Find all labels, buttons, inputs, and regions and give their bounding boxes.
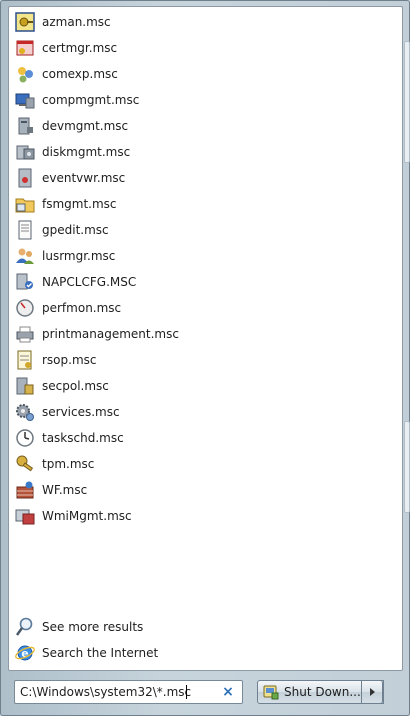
- results-list: azman.msc certmgr.msc comexp.msc compmgm…: [9, 9, 402, 529]
- result-item-compmgmt[interactable]: compmgmt.msc: [9, 87, 402, 113]
- start-menu: azman.msc certmgr.msc comexp.msc compmgm…: [0, 0, 410, 716]
- scrollbar[interactable]: [402, 21, 410, 697]
- scrollbar-thumb-lower[interactable]: [404, 421, 410, 513]
- result-label: gpedit.msc: [42, 223, 109, 237]
- result-label: compmgmt.msc: [42, 93, 140, 107]
- taskschd-icon: [16, 429, 34, 447]
- result-item-certmgr[interactable]: certmgr.msc: [9, 35, 402, 61]
- see-more-results-link[interactable]: See more results: [9, 614, 402, 640]
- result-label: WmiMgmt.msc: [42, 509, 132, 523]
- result-item-rsop[interactable]: rsop.msc: [9, 347, 402, 373]
- result-label: certmgr.msc: [42, 41, 118, 55]
- gpedit-icon: [18, 220, 32, 240]
- comexp-icon: [18, 67, 33, 83]
- search-box[interactable]: ×: [14, 680, 243, 704]
- wf-icon: [16, 481, 34, 499]
- result-item-perfmon[interactable]: perfmon.msc: [9, 295, 402, 321]
- secpol-icon: [16, 377, 34, 395]
- tpm-icon: [16, 455, 34, 472]
- see-more-results-label: See more results: [42, 620, 144, 634]
- result-label: perfmon.msc: [42, 301, 122, 315]
- eventvwr-icon: [18, 168, 32, 188]
- text-caret: [186, 685, 187, 699]
- result-label: diskmgmt.msc: [42, 145, 131, 159]
- result-item-secpol[interactable]: secpol.msc: [9, 373, 402, 399]
- shutdown-icon: [263, 685, 279, 700]
- result-item-gpedit[interactable]: gpedit.msc: [9, 217, 402, 243]
- result-label: devmgmt.msc: [42, 119, 129, 133]
- search-links: See more results e Search the Internet: [9, 614, 402, 666]
- result-item-diskmgmt[interactable]: diskmgmt.msc: [9, 139, 402, 165]
- result-item-taskschd[interactable]: taskschd.msc: [9, 425, 402, 451]
- search-input[interactable]: [17, 683, 220, 701]
- shutdown-label: Shut Down...: [284, 685, 361, 699]
- result-label: lusrmgr.msc: [42, 249, 116, 263]
- search-the-internet-link[interactable]: e Search the Internet: [9, 640, 402, 666]
- result-label: eventvwr.msc: [42, 171, 126, 185]
- magnifier-icon: [15, 617, 33, 636]
- devmgmt-icon: [18, 117, 33, 135]
- result-label: comexp.msc: [42, 67, 118, 81]
- result-label: rsop.msc: [42, 353, 97, 367]
- result-item-wf[interactable]: WF.msc: [9, 477, 402, 503]
- result-label: azman.msc: [42, 15, 111, 29]
- result-item-fsmgmt[interactable]: fsmgmt.msc: [9, 191, 402, 217]
- result-label: secpol.msc: [42, 379, 109, 393]
- search-results-pane: azman.msc certmgr.msc comexp.msc compmgm…: [8, 6, 403, 671]
- certmgr-icon: [16, 40, 34, 56]
- lusrmgr-icon: [16, 248, 34, 264]
- result-item-tpm[interactable]: tpm.msc: [9, 451, 402, 477]
- result-item-printmanagement[interactable]: printmanagement.msc: [9, 321, 402, 347]
- result-item-devmgmt[interactable]: devmgmt.msc: [9, 113, 402, 139]
- result-item-comexp[interactable]: comexp.msc: [9, 61, 402, 87]
- clear-search-button[interactable]: ×: [220, 684, 236, 700]
- result-item-napclcfg[interactable]: NAPCLCFG.MSC: [9, 269, 402, 295]
- wmimgmt-icon: [15, 509, 35, 525]
- result-item-azman[interactable]: azman.msc: [9, 9, 402, 35]
- result-label: tpm.msc: [42, 457, 95, 471]
- rsop-icon: [17, 350, 32, 370]
- search-the-internet-label: Search the Internet: [42, 646, 159, 660]
- fsmgmt-icon: [15, 198, 35, 213]
- chevron-right-icon: [370, 688, 375, 696]
- napclcfg-icon: [16, 273, 33, 290]
- result-label: fsmgmt.msc: [42, 197, 117, 211]
- printmanagement-icon: [16, 326, 34, 343]
- scrollbar-thumb[interactable]: [404, 41, 410, 163]
- compmgmt-icon: [15, 93, 35, 109]
- shutdown-options-button[interactable]: [361, 680, 383, 704]
- diskmgmt-icon: [16, 145, 35, 160]
- result-label: taskschd.msc: [42, 431, 124, 445]
- result-label: WF.msc: [42, 483, 88, 497]
- result-item-wmimgmt[interactable]: WmiMgmt.msc: [9, 503, 402, 529]
- perfmon-icon: [16, 299, 34, 317]
- result-label: services.msc: [42, 405, 120, 419]
- result-item-services[interactable]: services.msc: [9, 399, 402, 425]
- result-item-eventvwr[interactable]: eventvwr.msc: [9, 165, 402, 191]
- result-item-lusrmgr[interactable]: lusrmgr.msc: [9, 243, 402, 269]
- services-icon: [16, 404, 34, 421]
- internet-explorer-icon: e: [15, 645, 35, 661]
- result-label: NAPCLCFG.MSC: [42, 275, 137, 289]
- azman-icon: [15, 12, 35, 32]
- result-label: printmanagement.msc: [42, 327, 179, 341]
